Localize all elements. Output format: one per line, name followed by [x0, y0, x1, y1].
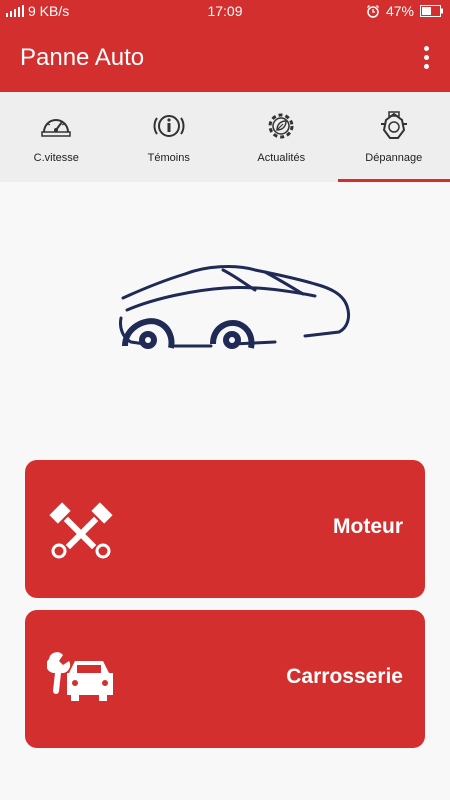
alarm-icon	[367, 5, 379, 18]
tab-label: Actualités	[257, 152, 306, 164]
status-right: 47%	[366, 3, 444, 19]
moteur-label: Moteur	[333, 515, 403, 538]
car-wrench-icon	[47, 652, 113, 701]
active-tab-indicator	[337, 179, 450, 182]
carrosserie-button[interactable]: Carrosserie	[25, 610, 425, 748]
tab-cvitesse[interactable]: C.vitesse	[0, 92, 113, 182]
tab-temoins[interactable]: Témoins	[113, 92, 226, 182]
warning-light-icon	[153, 115, 185, 137]
tab-label: Témoins	[147, 152, 190, 164]
status-bar: 9 KB/s 17:09 47%	[0, 0, 450, 22]
tab-bar: C.vitesse Témoins Actualités Dépannage	[0, 92, 450, 182]
tab-depannage[interactable]: Dépannage	[337, 92, 450, 182]
car-silhouette-icon	[119, 265, 351, 349]
engine-icon	[380, 111, 407, 139]
battery-percent: 47%	[385, 3, 414, 19]
tab-label: C.vitesse	[33, 152, 79, 164]
gear-leaf-icon	[268, 113, 294, 139]
app-title: Panne Auto	[20, 44, 145, 71]
overflow-menu-icon[interactable]	[422, 46, 430, 70]
tab-actualites[interactable]: Actualités	[225, 92, 338, 182]
carrosserie-label: Carrosserie	[286, 665, 403, 688]
app-bar: Panne Auto	[0, 22, 450, 92]
pistons-icon	[49, 502, 113, 559]
moteur-button[interactable]: Moteur	[25, 460, 425, 598]
battery-icon	[420, 5, 443, 17]
speedometer-icon	[41, 119, 71, 137]
tab-label: Dépannage	[365, 152, 423, 164]
